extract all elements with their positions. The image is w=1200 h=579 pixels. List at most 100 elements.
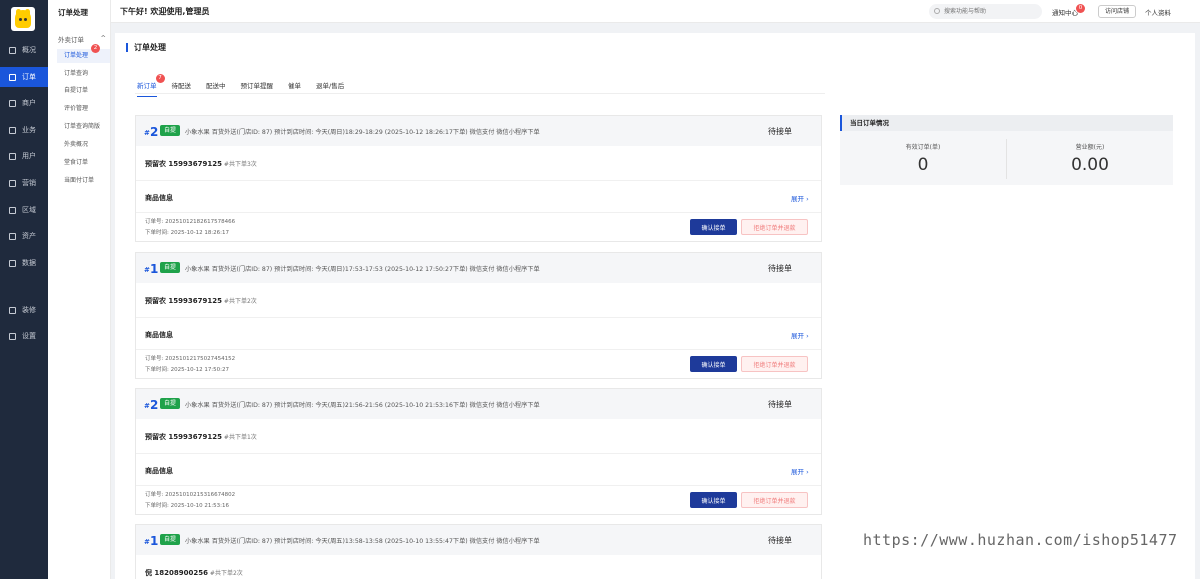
order-card: # 1 自提 小象水果 百货外送(门店ID: 87) 预计到店时间: 今天(周五… bbox=[135, 524, 822, 579]
refuse-refund-button[interactable]: 拒绝订单并退款 bbox=[741, 356, 808, 372]
order-count: #共下单1次 bbox=[222, 434, 257, 441]
rail-item-label: 订单 bbox=[22, 73, 36, 81]
order-status: 待接单 bbox=[768, 400, 792, 409]
tab-preorder-reminder[interactable]: 预订单提醒 bbox=[241, 80, 274, 97]
settings-icon bbox=[9, 332, 16, 340]
tab-label: 配送中 bbox=[206, 82, 226, 90]
store-icon bbox=[9, 99, 16, 107]
tabs-divider bbox=[135, 93, 825, 94]
rail-item-merchants[interactable]: 商户 bbox=[0, 93, 48, 113]
expand-link[interactable]: 展开 › bbox=[791, 330, 809, 340]
confirm-order-button[interactable]: 确认接单 bbox=[690, 219, 737, 235]
order-hash: # bbox=[144, 266, 150, 274]
order-time: 下单时间: 2025-10-12 17:50:27 bbox=[145, 367, 230, 373]
goods-info-label: 商品信息 bbox=[145, 467, 173, 475]
user-icon bbox=[9, 152, 16, 160]
page-title: 订单处理 bbox=[126, 43, 166, 52]
tab-refund[interactable]: 退单/售后 bbox=[316, 80, 344, 97]
order-card-header: # 2 自提 小象水果 百货外送(门店ID: 87) 预计到店时间: 今天(周日… bbox=[136, 116, 821, 146]
tab-new-orders[interactable]: 新订单 7 bbox=[137, 74, 165, 97]
pickup-tag: 自提 bbox=[160, 534, 180, 545]
submenu-item-reviews[interactable]: 评价管理 bbox=[57, 102, 110, 116]
submenu-group-label: 外卖订单 bbox=[58, 36, 84, 44]
goods-info-label: 商品信息 bbox=[145, 194, 173, 202]
order-count: #共下单3次 bbox=[222, 161, 257, 168]
rail-item-settings[interactable]: 设置 bbox=[0, 326, 48, 346]
divider bbox=[136, 212, 821, 213]
submenu-title: 订单处理 bbox=[58, 8, 88, 17]
confirm-order-button[interactable]: 确认接单 bbox=[690, 356, 737, 372]
notification-center-link[interactable]: 通知中心 bbox=[1052, 7, 1078, 17]
expand-link[interactable]: 展开 › bbox=[791, 193, 809, 203]
order-no: 订单号: 20251010215316674802 bbox=[145, 492, 236, 498]
rail-item-business[interactable]: 业务 bbox=[0, 120, 48, 140]
order-hash: # bbox=[144, 538, 150, 546]
order-status: 待接单 bbox=[768, 127, 792, 136]
rail-item-label: 概况 bbox=[22, 46, 36, 54]
order-count: #共下单2次 bbox=[208, 570, 243, 577]
submenu-item-label: 外卖概况 bbox=[64, 141, 89, 148]
chevron-up-icon: ^ bbox=[100, 34, 106, 42]
order-info: 小象水果 百货外送(门店ID: 87) 预计到店时间: 今天(周日)17:53-… bbox=[185, 266, 540, 273]
profile-link[interactable]: 个人资料 bbox=[1145, 7, 1171, 17]
rail-item-users[interactable]: 用户 bbox=[0, 146, 48, 166]
order-submenu: 订单处理 外卖订单 ^ 订单处理 2 订单查询 自提订单 评价管理 订单查询简版… bbox=[48, 0, 111, 579]
rail-item-data[interactable]: 数据 bbox=[0, 253, 48, 273]
submenu-item-order-processing[interactable]: 订单处理 2 bbox=[57, 44, 110, 63]
submenu-group-takeout[interactable]: 外卖订单 ^ bbox=[58, 34, 106, 44]
submenu-item-takeout-overview[interactable]: 外卖概况 bbox=[57, 138, 110, 152]
submenu-item-pickup-orders[interactable]: 自提订单 bbox=[57, 84, 110, 98]
pickup-tag: 自提 bbox=[160, 262, 180, 273]
tab-urge[interactable]: 催单 bbox=[288, 80, 301, 97]
submenu-item-order-query[interactable]: 订单查询 bbox=[57, 67, 110, 81]
refuse-refund-button[interactable]: 拒绝订单并退款 bbox=[741, 219, 808, 235]
app-logo[interactable] bbox=[11, 7, 35, 31]
order-status-tabs: 新订单 7 待配送 配送中 预订单提醒 催单 退单/售后 bbox=[137, 74, 359, 97]
tab-pending-delivery[interactable]: 待配送 bbox=[172, 80, 192, 97]
rail-item-label: 业务 bbox=[22, 126, 36, 134]
rail-item-marketing[interactable]: 营销 bbox=[0, 173, 48, 193]
order-info: 小象水果 百货外送(门店ID: 87) 预计到店时间: 今天(周五)13:58-… bbox=[185, 538, 540, 545]
tab-delivering[interactable]: 配送中 bbox=[206, 80, 226, 97]
top-bar: 下午好! 欢迎使用,管理员 通知中心 0 访问店铺 个人资料 bbox=[111, 0, 1200, 23]
submenu-item-label: 堂食订单 bbox=[64, 159, 89, 166]
rail-item-label: 资产 bbox=[22, 232, 36, 240]
submenu-item-label: 订单查询 bbox=[64, 70, 89, 77]
order-count: #共下单2次 bbox=[222, 298, 257, 305]
overview-icon bbox=[9, 46, 16, 54]
order-status: 待接单 bbox=[768, 264, 792, 273]
rail-item-overview[interactable]: 概况 bbox=[0, 40, 48, 60]
business-icon bbox=[9, 126, 16, 134]
customer-line: 预留农 15993679125 #共下单3次 bbox=[145, 159, 257, 169]
confirm-order-button[interactable]: 确认接单 bbox=[690, 492, 737, 508]
valid-orders-value: 0 bbox=[917, 155, 929, 175]
order-status: 待接单 bbox=[768, 536, 792, 545]
divider bbox=[136, 453, 821, 454]
rail-item-region[interactable]: 区域 bbox=[0, 200, 48, 220]
greeting-text: 下午好! 欢迎使用,管理员 bbox=[120, 7, 210, 16]
customer-name-phone: 倪 18208900256 bbox=[145, 569, 209, 577]
rail-item-decoration[interactable]: 装修 bbox=[0, 300, 48, 320]
submenu-item-order-query-lite[interactable]: 订单查询简版 bbox=[57, 120, 110, 134]
rail-item-assets[interactable]: 资产 bbox=[0, 226, 48, 246]
refuse-refund-button[interactable]: 拒绝订单并退款 bbox=[741, 492, 808, 508]
order-info: 小象水果 百货外送(门店ID: 87) 预计到店时间: 今天(周日)18:29-… bbox=[185, 129, 540, 136]
submenu-item-facepay-orders[interactable]: 当面付订单 bbox=[57, 174, 110, 188]
submenu-item-dinein-orders[interactable]: 堂食订单 bbox=[57, 156, 110, 170]
expand-link[interactable]: 展开 › bbox=[791, 466, 809, 476]
divider bbox=[136, 180, 821, 181]
tab-label: 新订单 bbox=[137, 82, 157, 90]
order-no: 订单号: 20251012182617578466 bbox=[145, 219, 236, 225]
pickup-tag: 自提 bbox=[160, 398, 180, 409]
revenue-stat: 营业额(元) 0.00 bbox=[1007, 142, 1173, 175]
order-card: # 2 自提 小象水果 百货外送(门店ID: 87) 预计到店时间: 今天(周日… bbox=[135, 115, 822, 242]
tab-label: 待配送 bbox=[171, 82, 192, 90]
valid-orders-label: 有效订单(单) bbox=[905, 144, 941, 151]
data-chart-icon bbox=[9, 259, 16, 267]
visit-store-button[interactable]: 访问店铺 bbox=[1098, 5, 1137, 18]
daily-order-stats: 当日订单情况 有效订单(单) 0 营业额(元) 0.00 bbox=[840, 115, 1173, 185]
tab-label: 预订单提醒 bbox=[240, 82, 274, 90]
order-card-header: # 1 自提 小象水果 百货外送(门店ID: 87) 预计到店时间: 今天(周日… bbox=[136, 253, 821, 283]
search-input[interactable] bbox=[929, 4, 1042, 19]
rail-item-orders[interactable]: 订单 bbox=[0, 67, 48, 87]
